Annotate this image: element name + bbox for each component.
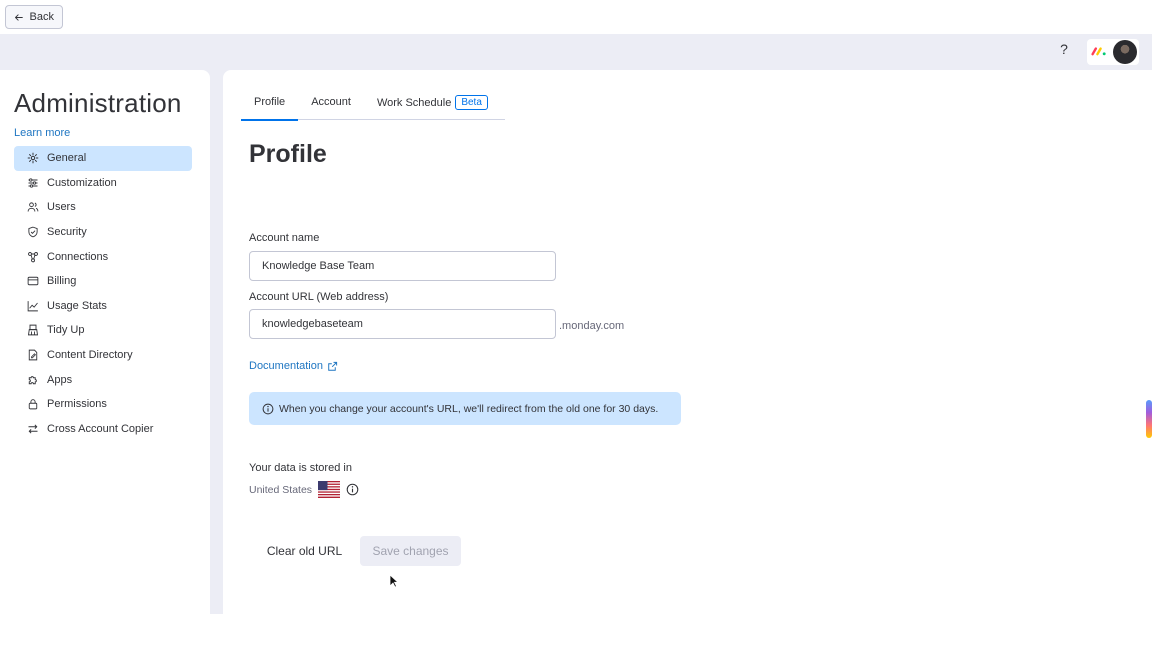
tab-bar: Profile Account Work Schedule Beta	[241, 92, 505, 121]
gear-icon	[27, 152, 39, 164]
users-icon	[27, 202, 39, 213]
documentation-link[interactable]: Documentation	[249, 360, 338, 372]
app-frame: ? Administration Learn more General Cust…	[0, 34, 1152, 614]
clear-old-url-button[interactable]: Clear old URL	[257, 536, 352, 566]
sidebar-item-usage-stats[interactable]: Usage Stats	[14, 294, 192, 319]
sidebar-title: Administration	[14, 88, 182, 118]
sidebar-item-general[interactable]: General	[14, 146, 192, 171]
url-suffix: .monday.com	[559, 320, 625, 332]
sliders-icon	[28, 178, 38, 188]
lock-icon	[28, 399, 38, 410]
tab-account[interactable]: Account	[298, 92, 364, 120]
sidebar-item-label: Billing	[47, 275, 77, 288]
documentation-link-label: Documentation	[249, 360, 323, 372]
arrow-left-icon	[15, 13, 23, 21]
sidebar-item-billing[interactable]: Billing	[14, 269, 192, 294]
top-bar: Back	[0, 0, 1152, 34]
sidebar-item-label: Users	[47, 201, 76, 214]
tab-label: Account	[311, 96, 351, 108]
sidebar-item-tidy-up[interactable]: Tidy Up	[14, 318, 192, 343]
shield-icon	[28, 226, 38, 238]
sidebar-item-content-directory[interactable]: Content Directory	[14, 343, 192, 368]
chart-icon	[27, 300, 38, 312]
tab-label: Work Schedule	[376, 97, 452, 109]
sidebar-item-label: Apps	[47, 373, 73, 386]
info-icon	[262, 403, 274, 414]
sidebar-item-label: Permissions	[47, 398, 107, 411]
sidebar-item-label: Customization	[47, 176, 117, 189]
account-name-input[interactable]	[249, 251, 556, 281]
brand-area	[1087, 39, 1139, 65]
tab-profile[interactable]: Profile	[241, 92, 299, 121]
tab-work-schedule[interactable]: Work Schedule Beta	[364, 92, 501, 120]
mouse-cursor-icon	[389, 574, 399, 588]
monday-logo-icon[interactable]	[1091, 46, 1107, 56]
storage-label: Your data is stored in	[249, 462, 352, 474]
us-flag-icon	[318, 481, 341, 498]
info-banner-text: When you change your account's URL, we'l…	[279, 402, 659, 415]
page-title: Profile	[249, 140, 327, 168]
side-scroll-accent[interactable]	[1146, 400, 1152, 438]
tab-label: Profile	[254, 96, 286, 108]
account-name-label: Account name	[249, 232, 320, 244]
credit-card-icon	[27, 277, 39, 286]
user-avatar[interactable]	[1113, 40, 1137, 64]
sidebar-item-customization[interactable]: Customization	[14, 171, 192, 196]
storage-location: United States	[249, 483, 313, 496]
sidebar-item-permissions[interactable]: Permissions	[14, 392, 192, 417]
storage-row: United States	[249, 481, 359, 498]
back-button-label: Back	[29, 11, 54, 23]
sidebar-item-label: Connections	[47, 250, 109, 263]
connections-icon	[28, 251, 38, 262]
sidebar-item-label: Usage Stats	[47, 299, 107, 312]
sidebar-item-label: Content Directory	[47, 349, 133, 362]
sidebar-item-label: General	[47, 152, 87, 165]
sidebar-item-cross-account-copier[interactable]: Cross Account Copier	[14, 417, 192, 442]
sidebar-item-label: Tidy Up	[47, 324, 85, 337]
sidebar-item-label: Security	[47, 226, 87, 239]
beta-badge: Beta	[455, 95, 488, 110]
document-icon	[28, 349, 38, 361]
broom-icon	[27, 325, 39, 336]
save-changes-button[interactable]: Save changes	[360, 536, 461, 566]
info-banner: When you change your account's URL, we'l…	[249, 392, 681, 425]
main-panel: Profile Account Work Schedule Beta Profil…	[223, 70, 1152, 614]
puzzle-icon	[28, 375, 37, 384]
help-icon[interactable]: ?	[1056, 41, 1072, 57]
learn-more-link[interactable]: Learn more	[14, 127, 70, 139]
sidebar-item-users[interactable]: Users	[14, 195, 192, 220]
sidebar-item-label: Cross Account Copier	[47, 422, 154, 435]
sidebar-item-security[interactable]: Security	[14, 220, 192, 245]
info-icon[interactable]	[346, 483, 359, 496]
sidebar: Administration Learn more General Custom…	[0, 70, 210, 614]
sidebar-nav: General Customization Users Security Con…	[14, 146, 192, 441]
account-url-label: Account URL (Web address)	[249, 291, 389, 303]
arrows-icon	[28, 424, 38, 434]
back-button[interactable]: Back	[5, 5, 63, 29]
sidebar-item-apps[interactable]: Apps	[14, 367, 192, 392]
sidebar-item-connections[interactable]: Connections	[14, 244, 192, 269]
external-link-icon	[328, 361, 338, 371]
account-url-input[interactable]	[249, 309, 556, 339]
